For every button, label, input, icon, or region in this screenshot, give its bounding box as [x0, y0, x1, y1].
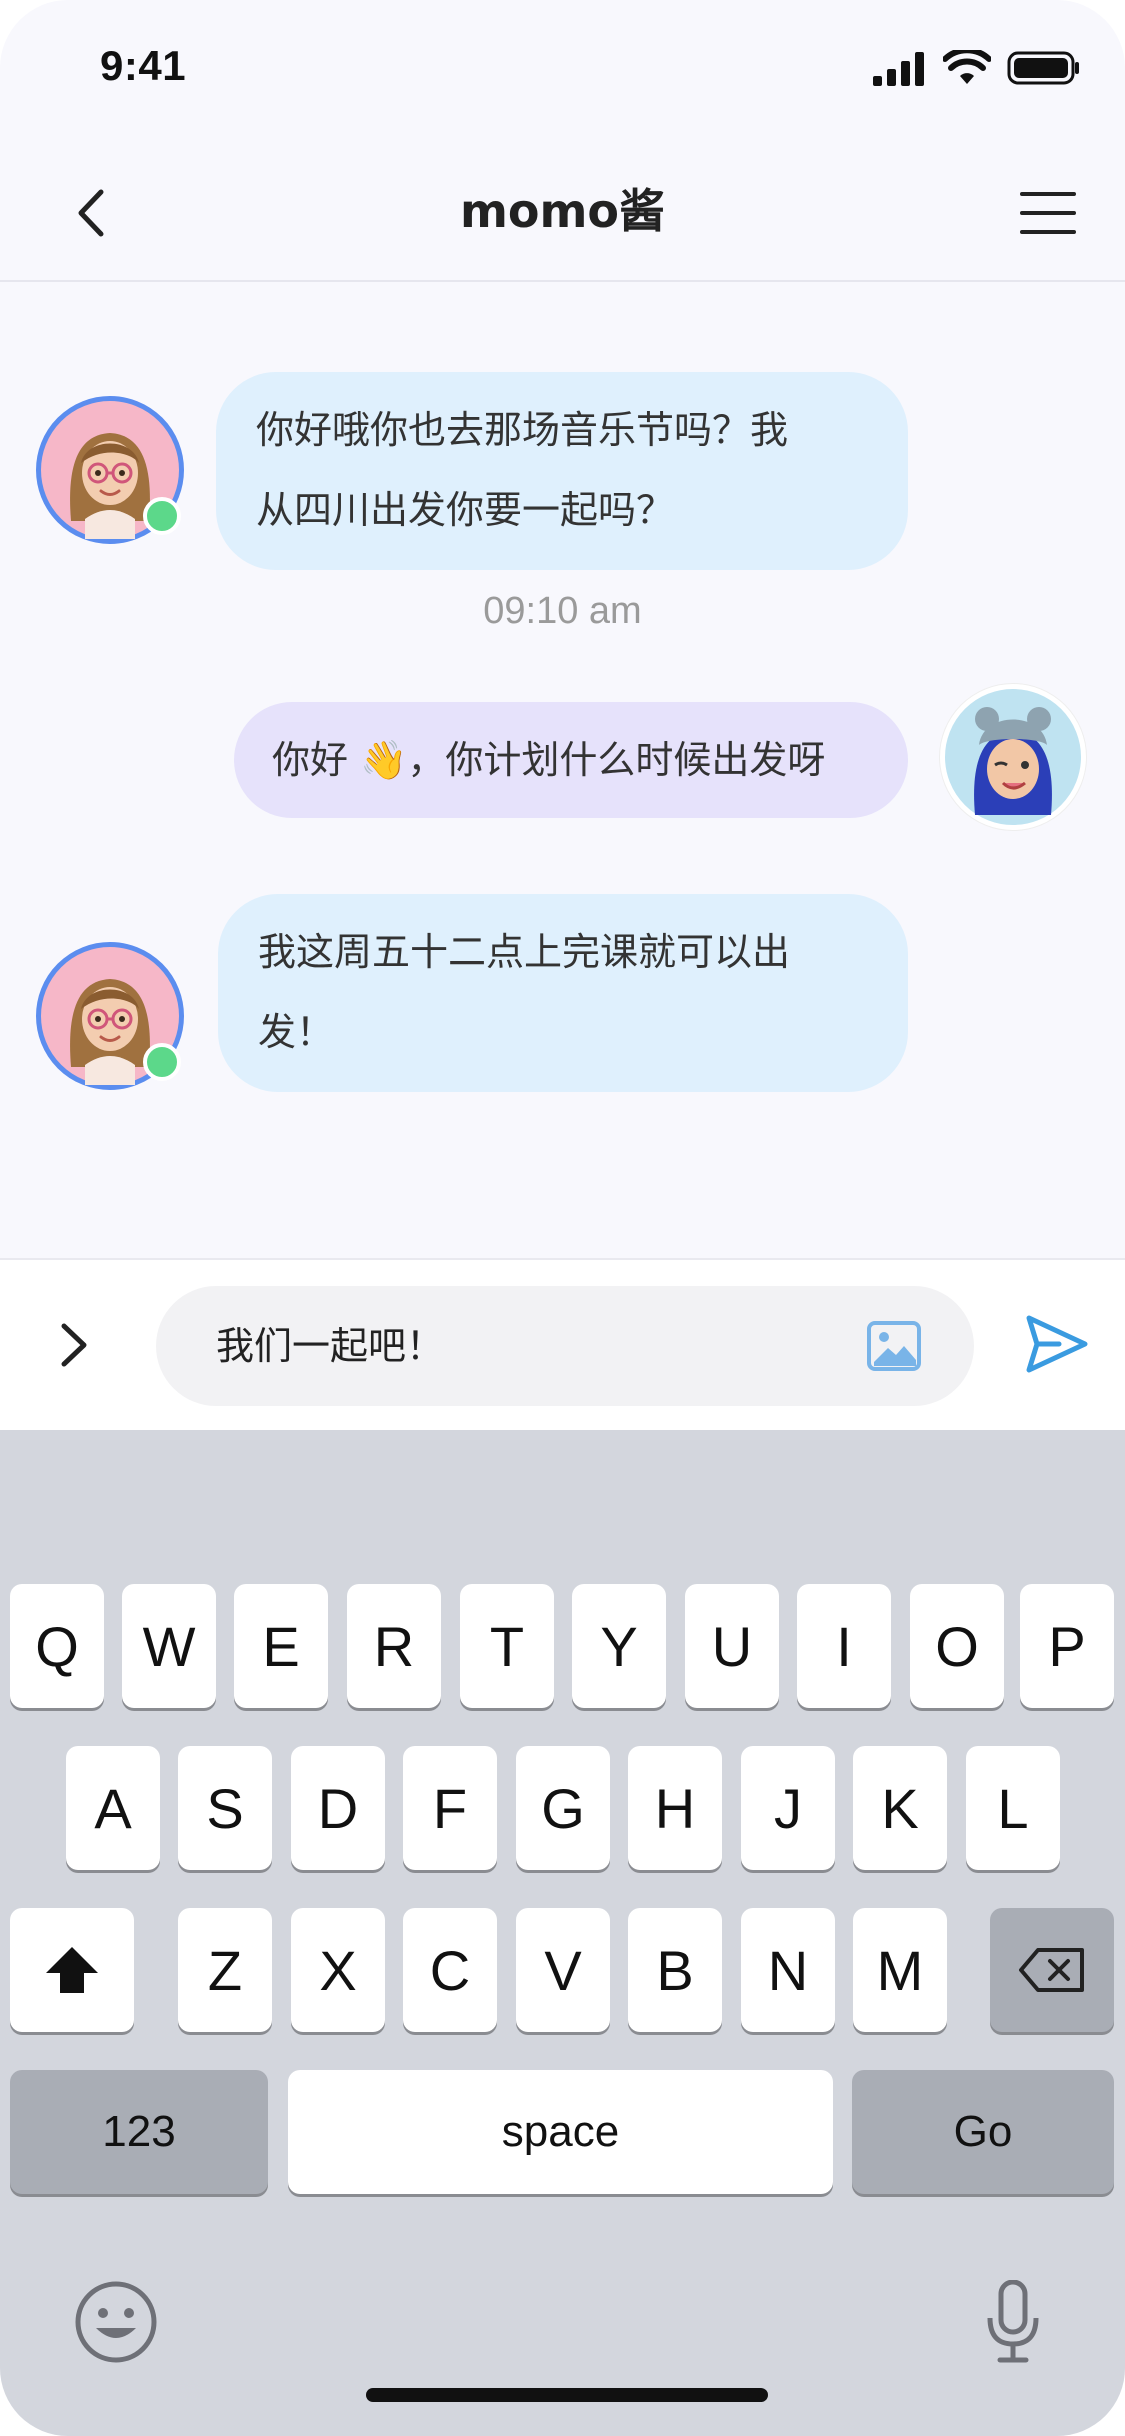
- memoji-avatar-icon: [974, 707, 1052, 815]
- send-icon: [1026, 1315, 1088, 1373]
- key-h[interactable]: H: [628, 1746, 722, 1870]
- user-avatar[interactable]: [940, 684, 1086, 830]
- status-icons: [871, 50, 1081, 86]
- message-text: 你好 👋，你计划什么时候出发呀: [272, 738, 826, 782]
- key-q[interactable]: Q: [10, 1584, 104, 1708]
- online-status-dot: [143, 497, 181, 535]
- key-w[interactable]: W: [122, 1584, 216, 1708]
- image-icon[interactable]: [866, 1320, 922, 1372]
- key-c[interactable]: C: [403, 1908, 497, 2032]
- numbers-key[interactable]: 123: [10, 2070, 268, 2194]
- phone-screen: 9:41 momo酱 你好哦你也去那场音乐节吗？我 从四川出发你要一起吗？ 09…: [0, 0, 1125, 2436]
- online-status-dot: [143, 1043, 181, 1081]
- key-j[interactable]: J: [741, 1746, 835, 1870]
- space-key[interactable]: space: [288, 2070, 833, 2194]
- incoming-message-bubble[interactable]: 我这周五十二点上完课就可以出 发！: [218, 894, 908, 1092]
- incoming-message-bubble[interactable]: 你好哦你也去那场音乐节吗？我 从四川出发你要一起吗？: [216, 372, 908, 570]
- key-n[interactable]: N: [741, 1908, 835, 2032]
- key-e[interactable]: E: [234, 1584, 328, 1708]
- delete-key[interactable]: [990, 1908, 1114, 2032]
- key-a[interactable]: A: [66, 1746, 160, 1870]
- message-line: 发！: [258, 1010, 335, 1054]
- key-b[interactable]: B: [628, 1908, 722, 2032]
- shift-key[interactable]: [10, 1908, 134, 2032]
- key-u[interactable]: U: [685, 1584, 779, 1708]
- key-x[interactable]: X: [291, 1908, 385, 2032]
- key-l[interactable]: L: [966, 1746, 1060, 1870]
- home-indicator[interactable]: [366, 2388, 768, 2402]
- expand-chevron-icon: [61, 1323, 87, 1367]
- message-input-value[interactable]: 我们一起吧！: [216, 1286, 444, 1406]
- microphone-icon[interactable]: [986, 2280, 1040, 2364]
- key-g[interactable]: G: [516, 1746, 610, 1870]
- message-line: 从四川出发你要一起吗？: [256, 488, 675, 532]
- key-v[interactable]: V: [516, 1908, 610, 2032]
- key-s[interactable]: S: [178, 1746, 272, 1870]
- key-t[interactable]: T: [460, 1584, 554, 1708]
- message-input-bar: 我们一起吧！: [0, 1258, 1125, 1430]
- key-p[interactable]: P: [1020, 1584, 1114, 1708]
- key-d[interactable]: D: [291, 1746, 385, 1870]
- key-i[interactable]: I: [797, 1584, 891, 1708]
- key-y[interactable]: Y: [572, 1584, 666, 1708]
- battery-icon: [1007, 51, 1079, 85]
- expand-button[interactable]: [40, 1310, 110, 1380]
- message-input-field[interactable]: 我们一起吧！: [156, 1286, 974, 1406]
- keyboard: Q W E R T Y U I O P A S D F G H J K L Z …: [0, 1430, 1125, 2436]
- key-m[interactable]: M: [853, 1908, 947, 2032]
- message-line: 我这周五十二点上完课就可以出: [258, 930, 791, 974]
- key-f[interactable]: F: [403, 1746, 497, 1870]
- key-o[interactable]: O: [910, 1584, 1004, 1708]
- go-key[interactable]: Go: [852, 2070, 1114, 2194]
- menu-button[interactable]: [1013, 178, 1083, 248]
- contact-avatar[interactable]: [36, 942, 184, 1090]
- message-timestamp: 09:10 am: [483, 590, 642, 632]
- send-button[interactable]: [1017, 1304, 1097, 1384]
- contact-avatar[interactable]: [36, 396, 184, 544]
- contact-name: momo酱: [459, 184, 666, 238]
- emoji-icon[interactable]: [74, 2280, 158, 2364]
- message-line: 你好哦你也去那场音乐节吗？我: [256, 408, 789, 452]
- status-time: 9:41: [100, 42, 187, 89]
- key-r[interactable]: R: [347, 1584, 441, 1708]
- chat-header: momo酱: [0, 140, 1125, 282]
- menu-icon: [1020, 192, 1076, 234]
- outgoing-message-bubble[interactable]: 你好 👋，你计划什么时候出发呀: [234, 702, 908, 818]
- wifi-icon: [943, 50, 991, 84]
- key-z[interactable]: Z: [178, 1908, 272, 2032]
- key-k[interactable]: K: [853, 1746, 947, 1870]
- shift-icon: [46, 1947, 98, 1993]
- signal-icon: [873, 52, 924, 86]
- delete-icon: [1019, 1948, 1084, 1992]
